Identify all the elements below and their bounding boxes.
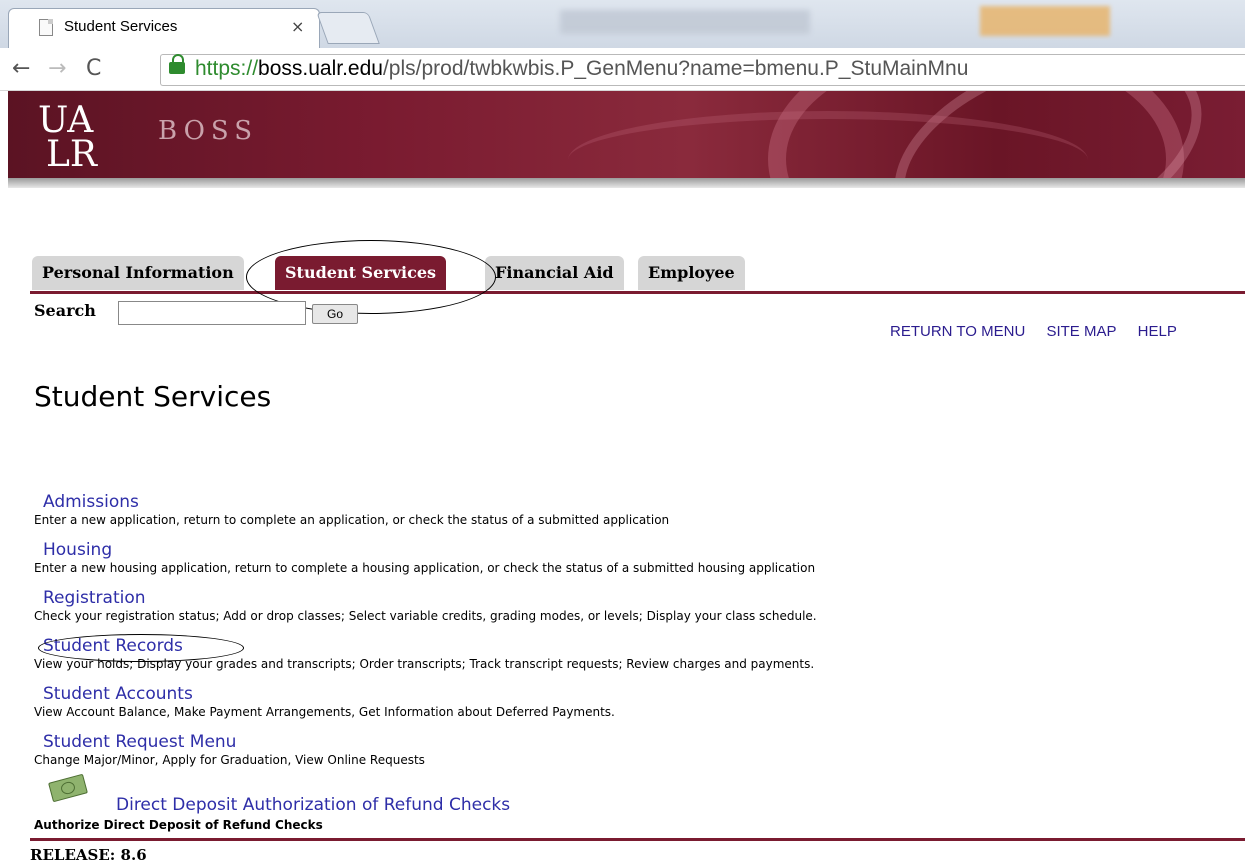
tab-employee[interactable]: Employee [638,256,745,290]
menu-item-description: Enter a new housing application, return … [34,561,816,575]
url-host: boss.ualr.edu [258,57,383,80]
close-tab-icon[interactable]: × [291,17,304,36]
back-arrow-icon[interactable]: ← [12,56,30,81]
menu-item: Student Accounts View Account Balance, M… [34,683,615,720]
direct-deposit-link[interactable]: Direct Deposit Authorization of Refund C… [116,795,510,815]
tab-personal-information[interactable]: Personal Information [32,256,244,290]
browser-tab[interactable]: Student Services × [8,8,320,49]
url-path: /pls/prod/twbkwbis.P_GenMenu?name=bmenu.… [382,57,969,80]
menu-item: Student Request Menu Change Major/Minor,… [34,731,425,768]
reload-icon[interactable]: C [86,56,101,81]
banner-shadow [8,178,1245,188]
new-tab-button[interactable] [316,12,380,44]
site-map-link[interactable]: SITE MAP [1046,323,1116,340]
page-icon [39,19,53,36]
nav-divider [30,291,1245,294]
utility-links: RETURN TO MENU SITE MAP HELP [890,323,1194,340]
menu-item: Admissions Enter a new application, retu… [34,491,669,528]
url-scheme: https:// [195,57,259,80]
main-nav-tabs: Personal Information Student Services Fi… [30,256,1245,292]
blurred-window-title [560,10,810,34]
blurred-window-badge [980,6,1110,36]
go-button[interactable]: Go [312,304,358,324]
menu-item: Housing Enter a new housing application,… [34,539,815,576]
search-input[interactable] [118,301,306,325]
admissions-link[interactable]: Admissions [34,491,669,513]
forward-arrow-icon[interactable]: → [48,56,66,81]
footer-divider [30,838,1245,841]
site-banner: UA LR BOSS [8,91,1245,178]
menu-item-description: Check your registration status; Add or d… [34,609,817,623]
lock-icon [169,54,185,74]
housing-link[interactable]: Housing [34,539,815,561]
browser-tab-strip: Student Services × [0,0,1245,49]
money-icon [48,773,88,803]
tab-financial-aid[interactable]: Financial Aid [485,256,624,290]
menu-item-description: View Account Balance, Make Payment Arran… [34,705,615,719]
highlight-circle [38,634,244,662]
menu-item: Registration Check your registration sta… [34,587,817,624]
direct-deposit-description: Authorize Direct Deposit of Refund Check… [34,818,323,832]
address-bar[interactable]: https://boss.ualr.edu/pls/prod/twbkwbis.… [160,54,1245,86]
student-accounts-link[interactable]: Student Accounts [34,683,615,705]
browser-toolbar: ← → C https://boss.ualr.edu/pls/prod/twb… [0,48,1245,91]
search-label: Search [34,301,96,320]
ualr-logo: UA LR [38,97,130,177]
return-to-menu-link[interactable]: RETURN TO MENU [890,323,1025,340]
url-text: https://boss.ualr.edu/pls/prod/twbkwbis.… [195,57,968,81]
release-label: RELEASE: 8.6 [30,846,147,864]
banner-title: BOSS [158,116,259,146]
logo-line: LR [46,134,98,175]
registration-link[interactable]: Registration [34,587,817,609]
help-link[interactable]: HELP [1138,323,1177,340]
menu-item-description: Change Major/Minor, Apply for Graduation… [34,753,425,767]
student-request-menu-link[interactable]: Student Request Menu [34,731,425,753]
page-title: Student Services [34,380,272,413]
menu-item-description: Enter a new application, return to compl… [34,513,670,527]
browser-tab-title: Student Services [64,18,178,35]
